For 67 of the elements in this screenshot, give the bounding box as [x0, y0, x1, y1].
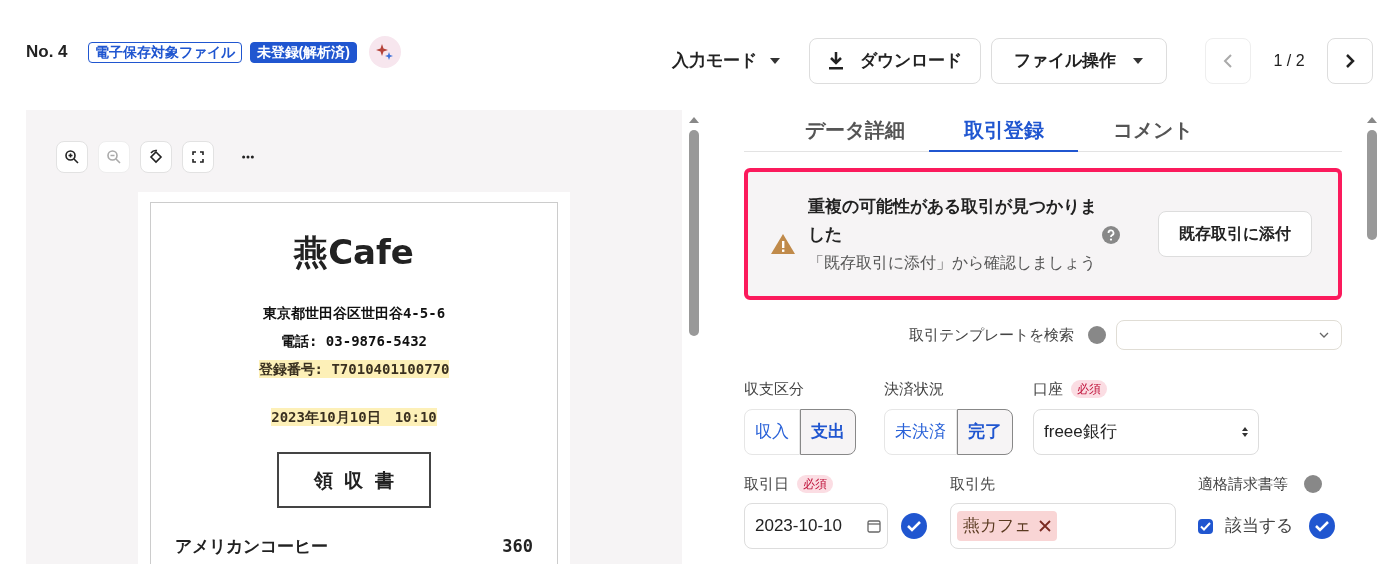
zoom-out-icon — [106, 148, 122, 165]
receipt-text: 電話: 03-9876-5432 — [281, 332, 427, 350]
alert-message: 「既存取引に添付」から確認しましょう — [808, 253, 1097, 273]
attach-existing-button[interactable]: 既存取引に添付 — [1158, 211, 1312, 257]
tab[interactable]: コメント — [1078, 110, 1227, 152]
scroll-up-icon[interactable] — [1366, 116, 1378, 124]
calendar-icon — [867, 519, 881, 533]
chevron-left-icon — [1223, 53, 1233, 69]
item-price: 360 — [502, 535, 533, 558]
status-tag: 未登録(解析済) — [249, 41, 357, 63]
warning-icon — [770, 233, 796, 255]
sparkle-icon[interactable] — [368, 36, 401, 68]
receipt-text: 登録番号: T7010401100770 — [258, 360, 450, 378]
chevron-down-icon — [1319, 332, 1329, 338]
partner-tag: 燕カフェ — [957, 511, 1057, 541]
date-field[interactable]: 2023-10-10 — [744, 503, 888, 549]
download-icon — [828, 51, 844, 71]
segment-option[interactable]: 支出 — [800, 408, 856, 455]
zoom-in-icon — [64, 148, 80, 165]
field-label: 適格請求書等 — [1198, 473, 1288, 494]
checkbox-label: 該当する — [1225, 515, 1293, 538]
required-badge: 必須 — [797, 474, 833, 493]
zoom-in-button[interactable] — [56, 140, 88, 173]
field-label: 取引先 — [950, 473, 996, 494]
field-label: 取引日 — [744, 473, 789, 494]
template-search-field[interactable] — [1116, 320, 1342, 350]
fullscreen-button[interactable] — [182, 140, 214, 173]
check-circle-icon — [1309, 513, 1335, 539]
scrollbar-thumb[interactable] — [689, 130, 699, 336]
rotate-icon — [148, 148, 164, 165]
caret-icon — [1132, 57, 1144, 65]
scrollbar-thumb[interactable] — [1367, 130, 1377, 240]
chevron-right-icon — [1345, 53, 1355, 69]
field-label: 収支区分 — [744, 379, 805, 399]
rotate-button[interactable] — [140, 140, 172, 173]
account-select[interactable]: freee銀行 — [1033, 408, 1259, 455]
field-label: 口座 — [1033, 379, 1063, 399]
partner-field[interactable]: 燕カフェ — [950, 503, 1176, 549]
status-tag: 電子保存対象ファイル — [87, 41, 242, 63]
input-mode-menu[interactable]: 入力モード — [664, 38, 789, 84]
shop-name: 燕Cafe — [294, 231, 414, 274]
segment-option[interactable]: 未決済 — [884, 408, 957, 455]
checkbox[interactable] — [1198, 518, 1213, 534]
close-icon[interactable] — [1039, 520, 1051, 532]
download-button[interactable]: ダウンロード — [809, 38, 981, 84]
page-indicator: 1 / 2 — [1272, 51, 1306, 71]
field-label: 決済状況 — [884, 379, 945, 399]
template-search-label: 取引テンプレートを検索 — [909, 324, 1074, 345]
receipt-title: 領 収 書 — [277, 452, 431, 508]
next-page-button[interactable] — [1327, 38, 1373, 84]
scroll-up-icon[interactable] — [688, 116, 700, 124]
tab[interactable]: データ詳細 — [780, 110, 929, 152]
document-number: No. 4 — [26, 41, 68, 64]
file-operations-menu[interactable]: ファイル操作 — [991, 38, 1167, 84]
tab[interactable]: 取引登録 — [929, 110, 1078, 152]
more-icon — [242, 154, 254, 159]
item-name: アメリカンコーヒー — [175, 535, 328, 558]
caret-icon — [769, 57, 781, 65]
check-circle-icon — [901, 513, 927, 539]
sort-arrows-icon — [1242, 425, 1248, 438]
receipt-text: 東京都世田谷区世田谷4-5-6 — [262, 304, 446, 322]
receipt-text: 2023年10月10日 10:10 — [271, 408, 437, 426]
fullscreen-icon — [190, 148, 206, 165]
segment-option[interactable]: 完了 — [957, 408, 1013, 455]
required-badge: 必須 — [1071, 380, 1107, 399]
segment-option[interactable]: 収入 — [744, 408, 800, 455]
alert-title: 重複の可能性がある取引が見つかりました — [808, 196, 1098, 246]
